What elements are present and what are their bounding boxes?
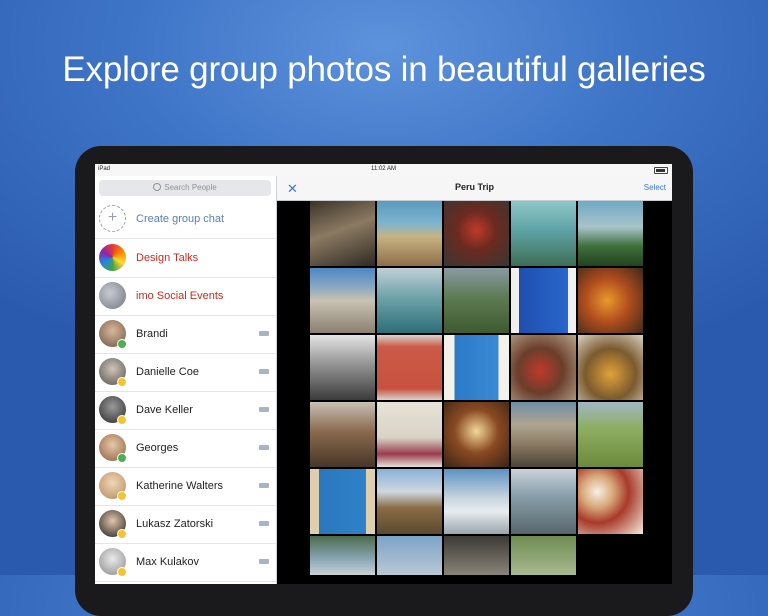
select-button[interactable]: Select [644,183,666,192]
photo-tile[interactable] [444,201,509,266]
list-item-label: imo Social Events [136,290,224,302]
search-placeholder: Search People [164,183,217,192]
photo-tile[interactable] [578,268,643,333]
status-badge [117,529,127,539]
photo-tile[interactable] [444,536,509,575]
list-item-label: Design Talks [136,252,199,264]
photo-tile[interactable] [578,201,643,266]
photo-tile[interactable] [578,469,643,534]
photo-tile[interactable] [377,335,442,400]
photo-tile[interactable] [310,402,375,467]
online-badge [117,453,127,463]
online-badge [117,339,127,349]
photo-tile[interactable] [444,268,509,333]
battery-icon [654,167,668,174]
photo-tile[interactable] [377,402,442,467]
photo-tile[interactable] [511,536,576,575]
compose-icon[interactable] [259,483,269,488]
create-group-chat-item[interactable]: + Create group chat [95,200,276,239]
list-item-katherine-walters[interactable]: Katherine Walters [95,467,276,506]
list-item-label: Georges [136,442,179,454]
compose-icon[interactable] [259,407,269,412]
photo-tile[interactable] [444,469,509,534]
photo-tile[interactable] [511,469,576,534]
photo-tile[interactable] [310,268,375,333]
photo-tile[interactable] [578,335,643,400]
photo-tile[interactable] [511,402,576,467]
status-badge [117,415,127,425]
group-avatar [99,282,126,309]
clock: 11:02 AM [371,166,396,172]
compose-icon[interactable] [259,369,269,374]
photo-tile[interactable] [310,335,375,400]
compose-icon[interactable] [259,521,269,526]
status-bar: iPad 11:02 AM [95,164,672,176]
photo-tile[interactable] [377,268,442,333]
photo-tile[interactable] [578,402,643,467]
compose-icon[interactable] [259,445,269,450]
list-item-dave-keller[interactable]: Dave Keller [95,391,276,430]
list-item-label: Create group chat [136,213,225,225]
gallery-title: Peru Trip [454,182,494,192]
search-icon [153,183,162,191]
photo-tile[interactable] [377,469,442,534]
photo-tile[interactable] [377,201,442,266]
photo-tile[interactable] [444,335,509,400]
add-icon: + [99,205,126,232]
gallery-header: ✕ Peru Trip Select [277,176,672,201]
list-item-label: Max Kulakov [136,556,199,568]
photo-tile[interactable] [310,201,375,266]
photo-tile[interactable] [310,469,375,534]
list-item-danielle-coe[interactable]: Danielle Coe [95,353,276,392]
status-badge [117,491,127,501]
list-item-design-talks[interactable]: Design Talks [95,239,276,278]
status-badge [117,377,127,387]
list-item-label: Brandi [136,328,168,340]
list-item-max-kulakov[interactable]: Max Kulakov [95,543,276,582]
photo-tile[interactable] [511,268,576,333]
photo-tile[interactable] [377,536,442,575]
list-item-label: Lukasz Zatorski [136,518,214,530]
list-item-imo-social-events[interactable]: imo Social Events [95,277,276,316]
list-item-georges[interactable]: Georges [95,429,276,468]
search-input[interactable]: Search People [99,180,271,196]
group-avatar [99,244,126,271]
compose-icon[interactable] [259,331,269,336]
list-item-lukasz-zatorski[interactable]: Lukasz Zatorski [95,505,276,544]
list-item-label: Danielle Coe [136,366,199,378]
status-badge [117,567,127,577]
compose-icon[interactable] [259,559,269,564]
chat-sidebar: Search People + Create group chat Design… [95,176,277,584]
photo-tile[interactable] [444,402,509,467]
photo-tile[interactable] [511,201,576,266]
list-item-label: Dave Keller [136,404,193,416]
photo-tile[interactable] [310,536,375,575]
list-item-label: Katherine Walters [136,480,224,492]
headline: Explore group photos in beautiful galler… [62,50,706,89]
photo-tile[interactable] [511,335,576,400]
list-item-brandi[interactable]: Brandi [95,315,276,354]
